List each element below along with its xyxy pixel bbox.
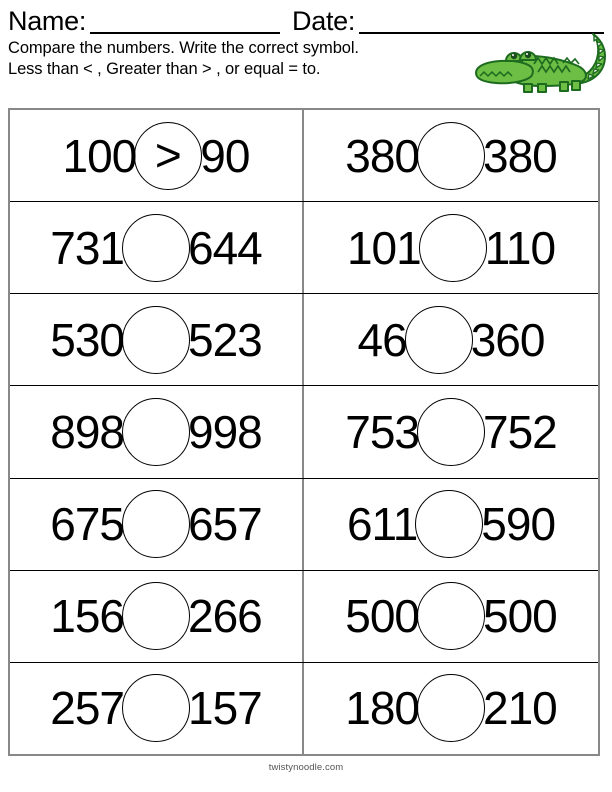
problem-cell: 500 500 (304, 571, 598, 662)
left-number: 530 (50, 313, 125, 366)
left-number: 156 (50, 590, 125, 643)
problem-row: 156 266 500 500 (10, 570, 598, 663)
right-number: 110 (484, 221, 556, 274)
problem-cell: 46 360 (304, 294, 598, 385)
right-number: 523 (188, 313, 263, 366)
problem-cell: 156 266 (10, 570, 304, 662)
problem-row: 257 157 180 210 (10, 662, 598, 754)
right-number: 360 (470, 313, 546, 366)
answer-circle[interactable] (122, 490, 190, 559)
problem-cell: 611 590 (304, 479, 598, 570)
answer-circle[interactable] (122, 397, 190, 466)
left-number: 180 (345, 682, 420, 735)
problem-row: 898 998 753 752 (10, 386, 598, 479)
name-input-line[interactable] (90, 6, 281, 34)
footer-site: twistynoodle.com (268, 762, 344, 773)
date-input-line[interactable] (359, 6, 604, 34)
problem-row: 530 523 46 360 (10, 294, 598, 387)
right-number: 500 (483, 590, 558, 643)
right-number: 90 (200, 129, 250, 182)
right-number: 998 (188, 405, 263, 458)
problem-cell: 100 >90 (10, 110, 304, 202)
problem-cell: 101 110 (304, 202, 598, 293)
right-number: 657 (188, 498, 263, 551)
left-number: 898 (50, 405, 125, 458)
answer-circle[interactable] (415, 490, 484, 559)
problem-cell: 257 157 (10, 662, 304, 754)
problem-cell: 530 523 (10, 294, 304, 386)
left-number: 257 (50, 682, 125, 735)
date-label: Date: (292, 6, 356, 36)
worksheet-page: Name: Date: Compare the numbers. Write t… (0, 0, 612, 792)
left-number: 100 (62, 129, 138, 182)
problem-cell: 753 752 (304, 386, 598, 477)
problem-cell: 380 380 (304, 110, 598, 201)
right-number: 266 (188, 590, 263, 643)
problem-cell: 180 210 (304, 663, 598, 754)
answer-circle[interactable] (122, 305, 190, 374)
right-number: 590 (481, 498, 556, 551)
right-number: 210 (483, 682, 558, 735)
problem-grid: 100 >90 380 380 731 644 101 110 530 523 46 360 898 99… (8, 108, 600, 756)
problem-row: 731 644 101 110 (10, 202, 598, 295)
answer-circle[interactable]: > (134, 121, 203, 190)
problem-cell: 675 657 (10, 478, 304, 570)
problem-row: 675 657 611 590 (10, 478, 598, 571)
left-number: 101 (346, 221, 422, 274)
left-number: 500 (345, 590, 420, 643)
left-number: 611 (346, 498, 418, 551)
right-number: 157 (188, 682, 263, 735)
answer-circle[interactable] (418, 213, 487, 282)
problem-cell: 898 998 (10, 386, 304, 478)
instruction-line-2: Less than < , Greater than > , or equal … (8, 60, 321, 78)
answer-circle[interactable] (417, 582, 485, 651)
instruction-line-1: Compare the numbers. Write the correct s… (8, 39, 359, 57)
name-label: Name: (8, 6, 87, 36)
answer-circle[interactable] (417, 674, 485, 743)
answer-circle[interactable] (417, 121, 485, 190)
answer-circle[interactable] (122, 582, 190, 651)
name-date-row: Name: Date: (8, 0, 604, 36)
problem-cell: 731 644 (10, 202, 304, 294)
answer-circle[interactable] (122, 674, 190, 743)
problem-row: 100 >90 380 380 (10, 110, 598, 203)
answer-symbol: > (154, 128, 182, 181)
answer-circle[interactable] (417, 397, 485, 466)
left-number: 731 (50, 221, 125, 274)
right-number: 380 (483, 129, 558, 182)
left-number: 380 (345, 129, 420, 182)
left-number: 753 (345, 405, 420, 458)
answer-circle[interactable] (122, 213, 190, 282)
left-number: 46 (357, 313, 408, 366)
right-number: 644 (188, 221, 263, 274)
instructions: Compare the numbers. Write the correct s… (8, 38, 604, 80)
answer-circle[interactable] (404, 305, 473, 374)
right-number: 752 (483, 405, 558, 458)
left-number: 675 (50, 498, 125, 551)
